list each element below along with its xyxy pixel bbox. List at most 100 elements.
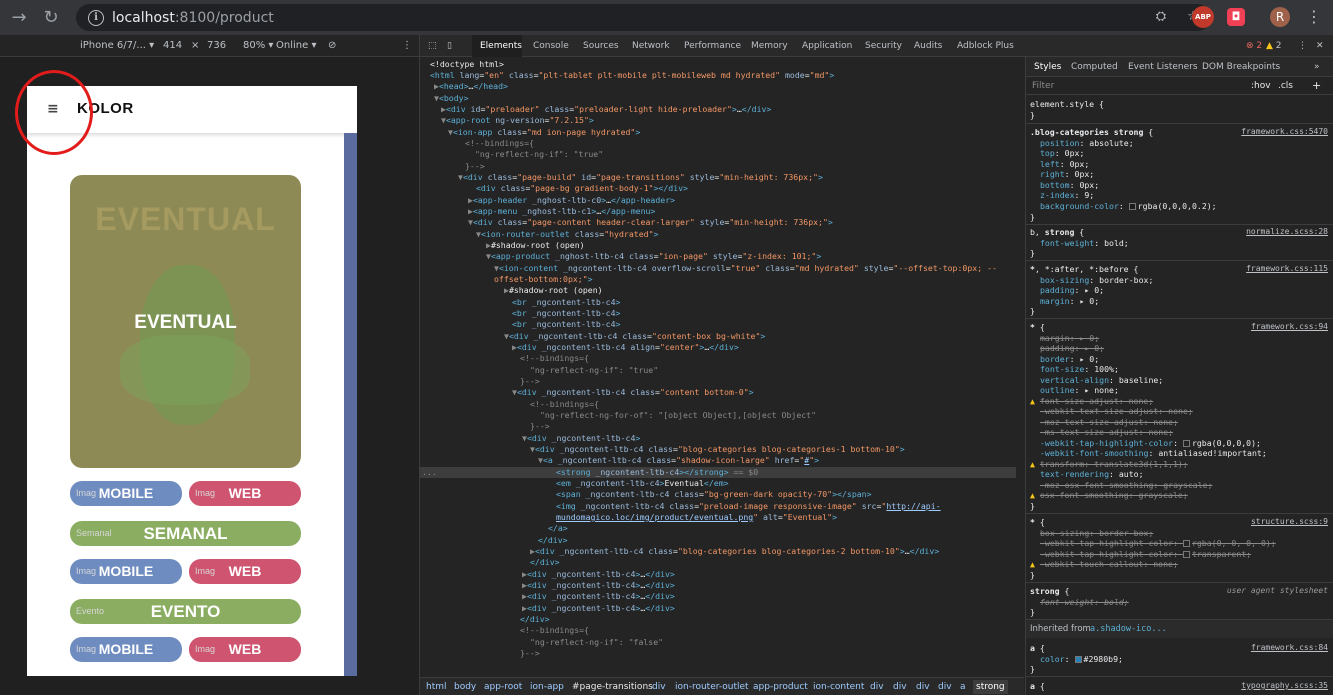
crumb[interactable]: div xyxy=(870,682,884,692)
device-height[interactable]: 736 xyxy=(207,40,226,51)
network-select[interactable]: Online ▾ xyxy=(276,40,316,51)
tree-line[interactable]: ▼<div class="page-build" id="page-transi… xyxy=(458,172,823,183)
tree-line[interactable]: <br _ngcontent-ltb-c4> xyxy=(512,308,620,319)
tree-line[interactable]: ▶#shadow-root (open) xyxy=(504,285,603,296)
mobile-button[interactable]: Imag MOBILE xyxy=(70,481,182,506)
style-prop[interactable]: box-sizing: border-box; xyxy=(1040,275,1153,286)
style-prop[interactable]: font-weight: bold; xyxy=(1040,597,1129,608)
style-prop[interactable]: background-color: rgba(0,0,0,0.2); xyxy=(1040,201,1217,212)
web-button[interactable]: Imag WEB xyxy=(189,481,301,506)
tree-line-selected[interactable]: <strong _ngcontent-ltb-c4></strong> == $… xyxy=(420,467,1016,479)
style-prop[interactable]: ▲ transform: translate3d(1,1,1); xyxy=(1030,459,1188,470)
tree-line[interactable]: <!doctype html> xyxy=(430,59,504,70)
tab-elements[interactable]: Elements xyxy=(480,41,522,51)
tab-network[interactable]: Network xyxy=(632,41,670,51)
tree-line[interactable]: <div class="page-bg gradient-body-1"></d… xyxy=(476,183,688,194)
crumb-current[interactable]: strong xyxy=(973,680,1008,694)
mobile-button[interactable]: Imag MOBILE xyxy=(70,637,182,662)
hov-toggle[interactable]: :hov xyxy=(1251,81,1271,91)
color-swatch[interactable] xyxy=(1128,203,1136,210)
crumb[interactable]: a xyxy=(960,682,966,692)
avatar[interactable]: R xyxy=(1270,7,1290,27)
tree-line[interactable]: <!--bindings={ xyxy=(520,625,589,636)
style-selector[interactable]: a { xyxy=(1030,643,1045,654)
info-icon[interactable]: i xyxy=(88,9,104,26)
tree-line[interactable]: </div> xyxy=(538,535,568,546)
tab-event-listeners[interactable]: Event Listeners xyxy=(1128,62,1198,72)
inherited-selector[interactable]: a.shadow-ico... xyxy=(1090,624,1167,634)
source-link[interactable]: structure.scss:9 xyxy=(1251,517,1328,528)
tree-line[interactable]: <span _ngcontent-ltb-c4 class="bg-green-… xyxy=(556,489,872,500)
tab-security[interactable]: Security xyxy=(865,41,902,51)
style-prop[interactable]: -ms-text-size-adjust: none; xyxy=(1040,427,1173,438)
tree-line[interactable]: ▼<ion-content _ngcontent-ltb-c4 overflow… xyxy=(494,263,997,274)
tab-application[interactable]: Application xyxy=(802,41,852,51)
tree-line[interactable]: </div> xyxy=(530,557,560,568)
tab-dom-breakpoints[interactable]: DOM Breakpoints xyxy=(1202,62,1280,72)
error-count[interactable]: ⊗ 2 xyxy=(1246,41,1262,51)
tree-line[interactable]: }--> xyxy=(520,376,540,387)
source-link[interactable]: typography.scss:35 xyxy=(1241,681,1328,692)
style-prop[interactable]: -moz-osx-font-smoothing: grayscale; xyxy=(1040,480,1213,491)
forward-arrow-icon[interactable]: → xyxy=(8,7,30,29)
tree-line[interactable]: ▶<head>…</head> xyxy=(434,81,508,92)
tree-line[interactable]: ▶<div _ngcontent-ltb-c4 align="center">…… xyxy=(512,342,739,353)
tree-line[interactable]: ▼<a _ngcontent-ltb-c4 class="shadow-icon… xyxy=(538,455,819,466)
tab-memory[interactable]: Memory xyxy=(751,41,788,51)
tree-line[interactable]: <img _ngcontent-ltb-c4 class="preload-im… xyxy=(556,501,941,512)
style-prop[interactable]: top: 0px; xyxy=(1040,148,1084,159)
tree-line[interactable]: </a> xyxy=(548,523,568,534)
inspect-icon[interactable]: ⬚ xyxy=(428,41,437,51)
tree-line[interactable]: ▼<div _ngcontent-ltb-c4 class="content b… xyxy=(512,387,754,398)
crumb[interactable]: ion-content xyxy=(813,682,864,692)
web-button[interactable]: Imag WEB xyxy=(189,637,301,662)
tree-line[interactable]: <em _ngcontent-ltb-c4>Eventual</em> xyxy=(556,478,729,489)
color-swatch[interactable] xyxy=(1182,540,1190,547)
tree-line[interactable]: ▶<div _ngcontent-ltb-c4>…</div> xyxy=(522,580,675,591)
style-prop[interactable]: left: 0px; xyxy=(1040,159,1089,170)
style-prop[interactable]: font-weight: bold; xyxy=(1040,238,1129,249)
address-bar[interactable]: i localhost:8100/product ⛭ ☆ xyxy=(76,4,1211,31)
devtools-menu-icon[interactable]: ⋮ xyxy=(1298,41,1307,51)
tree-line[interactable]: ▼<ion-router-outlet class="hydrated"> xyxy=(476,229,658,240)
tree-line[interactable]: <html lang="en" class="plt-tablet plt-mo… xyxy=(430,70,834,81)
crumb[interactable]: #page-transitions xyxy=(572,682,653,692)
tree-line[interactable]: ▼<div _ngcontent-ltb-c4> xyxy=(522,433,640,444)
style-prop[interactable]: box-sizing: border-box; xyxy=(1040,528,1153,539)
style-prop[interactable]: margin: ▸ 0; xyxy=(1040,333,1099,344)
style-prop[interactable]: margin: ▸ 0; xyxy=(1040,296,1099,307)
category-card[interactable]: EVENTUAL EVENTUAL xyxy=(70,175,301,468)
tab-sources[interactable]: Sources xyxy=(583,41,619,51)
tree-line[interactable]: </div> xyxy=(520,614,550,625)
tree-line[interactable]: ▼<app-product _nghost-ltb-c4 class="ion-… xyxy=(486,251,821,262)
style-selector[interactable]: strong { xyxy=(1030,586,1069,597)
tree-line[interactable]: }--> xyxy=(520,648,540,659)
tree-line[interactable]: offset-bottom:0px;"> xyxy=(494,274,593,285)
tree-line[interactable]: <!--bindings={ xyxy=(520,353,589,364)
reload-icon[interactable]: ↻ xyxy=(40,7,62,29)
crumb[interactable]: app-product xyxy=(753,682,808,692)
tree-line[interactable]: ▶<div _ngcontent-ltb-c4 class="blog-cate… xyxy=(530,546,939,557)
tree-line[interactable]: ▼<div _ngcontent-ltb-c4 class="content-b… xyxy=(504,331,765,342)
tree-line[interactable]: ▶<div _ngcontent-ltb-c4>…</div> xyxy=(522,591,675,602)
device-select[interactable]: iPhone 6/7/... ▾ xyxy=(80,40,154,51)
style-selector[interactable]: b, strong { xyxy=(1030,227,1084,238)
mobile-button[interactable]: Imag MOBILE xyxy=(70,559,182,584)
style-prop[interactable]: text-rendering: auto; xyxy=(1040,469,1144,480)
web-button[interactable]: Imag WEB xyxy=(189,559,301,584)
source-link[interactable]: framework.css:115 xyxy=(1246,264,1328,275)
style-selector[interactable]: * { xyxy=(1030,517,1045,528)
crumb[interactable]: div xyxy=(652,682,666,692)
style-prop[interactable]: bottom: 0px; xyxy=(1040,180,1099,191)
tree-line[interactable]: ▶<div _ngcontent-ltb-c4>…</div> xyxy=(522,569,675,580)
tree-line[interactable]: ▶<app-menu _nghost-ltb-c1>…</app-menu> xyxy=(468,206,655,217)
elements-tree[interactable]: <!doctype html> <html lang="en" class="p… xyxy=(420,57,1024,677)
cls-toggle[interactable]: .cls xyxy=(1278,81,1293,91)
rotate-icon[interactable]: ⊘ xyxy=(328,40,336,51)
style-prop[interactable]: vertical-align: baseline; xyxy=(1040,375,1163,386)
style-prop[interactable]: right: 0px; xyxy=(1040,169,1094,180)
source-link[interactable]: framework.css:84 xyxy=(1251,643,1328,654)
color-swatch[interactable] xyxy=(1182,551,1190,558)
source-link[interactable]: framework.css:5470 xyxy=(1241,127,1328,138)
style-prop[interactable]: -webkit-tap-highlight-color: rgba(0, 0, … xyxy=(1040,538,1276,549)
